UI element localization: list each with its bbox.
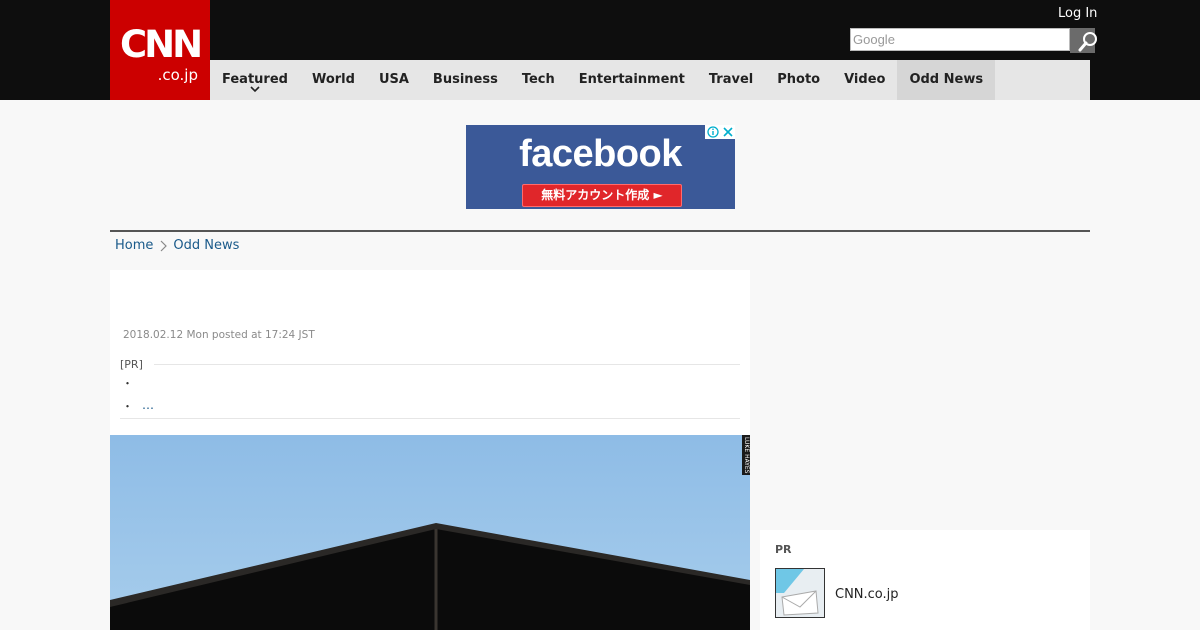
sidebar-pr-thumbnail[interactable] <box>775 568 825 618</box>
nav-tech[interactable]: Tech <box>510 60 567 100</box>
search-input[interactable] <box>850 28 1070 51</box>
sidebar-pr-link[interactable]: CNN.co.jp <box>835 587 899 602</box>
mail-icon <box>776 569 824 617</box>
search-icon <box>1078 32 1097 52</box>
breadcrumb: Home Odd News <box>115 238 239 253</box>
nav-business[interactable]: Business <box>421 60 510 100</box>
ad-cta-button[interactable]: 無料アカウント作成 ► <box>522 184 682 207</box>
sidebar-pr-label: PR <box>775 543 792 556</box>
chevron-down-icon <box>250 86 260 93</box>
pr-divider <box>154 364 740 365</box>
search-form <box>850 28 1097 53</box>
photo-credit: LUKE HAYES <box>742 435 750 475</box>
login-link[interactable]: Log In <box>1058 6 1097 21</box>
nav-photo[interactable]: Photo <box>765 60 832 100</box>
ad-brand: facebook <box>519 133 682 175</box>
ad-banner[interactable]: facebook 無料アカウント作成 ► <box>466 125 735 209</box>
building-photo <box>110 435 750 630</box>
nav-world[interactable]: World <box>300 60 367 100</box>
search-button[interactable] <box>1070 28 1097 53</box>
adchoices-icon[interactable] <box>705 125 720 139</box>
nav-entertainment[interactable]: Entertainment <box>567 60 697 100</box>
nav-odd-news[interactable]: Odd News <box>897 60 996 100</box>
pr-divider <box>120 418 740 419</box>
article-photo: LUKE HAYES <box>110 435 750 630</box>
pr-more-link[interactable]: … <box>142 398 154 412</box>
close-icon[interactable] <box>720 125 735 139</box>
article-date: 2018.02.12 Mon posted at 17:24 JST <box>123 329 315 341</box>
article-card: 2018.02.12 Mon posted at 17:24 JST [PR] … <box>110 270 750 630</box>
logo-domain: .co.jp <box>157 66 198 84</box>
nav-travel[interactable]: Travel <box>697 60 765 100</box>
chevron-right-icon <box>159 240 168 252</box>
breadcrumb-home[interactable]: Home <box>115 238 153 253</box>
logo-text: CNN <box>119 23 203 66</box>
main-nav: Featured World USA Business Tech Enterta… <box>210 60 1090 100</box>
ad-controls <box>705 125 735 139</box>
pr-bullet: ・ <box>122 400 133 413</box>
sidebar-pr-box: PR CNN.co.jp <box>760 530 1090 630</box>
pr-bullet: ・ <box>122 377 133 390</box>
cnn-logo[interactable]: CNN .co.jp <box>110 0 210 100</box>
section-divider <box>110 230 1090 232</box>
breadcrumb-section[interactable]: Odd News <box>173 238 239 253</box>
pr-label: [PR] <box>120 358 143 371</box>
nav-usa[interactable]: USA <box>367 60 421 100</box>
nav-video[interactable]: Video <box>832 60 897 100</box>
nav-featured[interactable]: Featured <box>210 60 300 100</box>
